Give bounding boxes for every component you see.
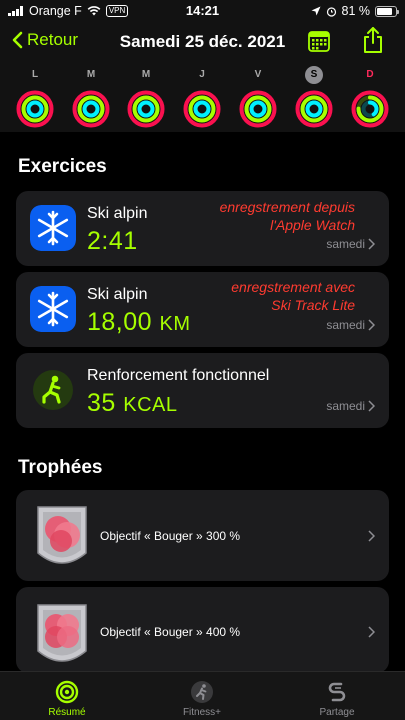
tab-partage[interactable]: Partage	[277, 672, 397, 718]
day-letter: D	[366, 69, 374, 80]
day-column[interactable]: M	[69, 64, 113, 128]
trophies-section-title: Trophées	[18, 457, 103, 478]
day-letter: M	[141, 69, 151, 80]
exercise-value-unit: KM	[159, 313, 191, 335]
day-column[interactable]: L	[13, 64, 57, 128]
chevron-right-icon	[368, 400, 375, 412]
exercise-value-number: 18,00	[87, 308, 153, 336]
runner-icon	[191, 681, 213, 703]
stand-ring	[193, 100, 211, 118]
exercise-card-strength[interactable]: Renforcement fonctionnel 35 KCAL samedi	[16, 353, 389, 428]
top-header-area: Orange F VPN 14:21 81 % Retour Samedi 25…	[0, 0, 405, 132]
tab-bar: Résumé Fitness+ Partage	[0, 671, 405, 720]
annotation-line-2: Ski Track Lite	[271, 297, 355, 313]
week-day-selector: LMMJVSD	[0, 64, 405, 130]
battery-level	[377, 7, 392, 15]
share-icon	[364, 27, 382, 53]
status-bar: Orange F VPN 14:21 81 %	[0, 0, 405, 22]
exercise-value: 2:41	[87, 227, 138, 255]
day-column[interactable]: M	[124, 64, 168, 128]
day-column[interactable]: S	[292, 64, 336, 128]
annotation-line-1: enregstrement depuis	[219, 199, 355, 215]
battery-percent: 81 %	[341, 4, 371, 18]
strength-training-icon	[33, 370, 73, 410]
annotation-ski-track: enregstrement avec Ski Track Lite	[231, 278, 355, 314]
day-column[interactable]: D	[348, 64, 392, 128]
annotation-line-1: enregstrement avec	[231, 279, 355, 295]
tab-resume[interactable]: Résumé	[7, 672, 127, 718]
stand-ring	[305, 100, 323, 118]
annotation-watch: enregstrement depuis l'Apple Watch	[220, 198, 355, 234]
exercise-name: Ski alpin	[87, 205, 148, 222]
trophy-card-300[interactable]: Objectif « Bouger » 300 %	[16, 490, 389, 581]
day-letter: M	[86, 69, 96, 80]
sharing-icon	[328, 682, 346, 702]
chevron-right-icon	[368, 319, 375, 331]
tab-label: Fitness+	[182, 707, 222, 718]
calendar-icon	[308, 31, 330, 52]
activity-rings-icon	[16, 90, 54, 128]
chevron-right-icon	[368, 530, 375, 542]
move-goal-300-badge	[37, 506, 87, 564]
activity-rings-icon	[295, 90, 333, 128]
share-button[interactable]	[362, 26, 384, 59]
annotation-line-2: l'Apple Watch	[270, 217, 355, 233]
exercise-date: samedi	[326, 318, 365, 332]
alarm-clock-icon	[326, 6, 336, 17]
exercise-date: samedi	[326, 399, 365, 413]
activity-rings-icon	[351, 90, 389, 128]
exercise-value: 35 KCAL	[87, 389, 178, 418]
tab-label: Résumé	[48, 707, 86, 718]
activity-rings-icon	[239, 90, 277, 128]
activity-rings-icon	[127, 90, 165, 128]
day-column[interactable]: J	[180, 64, 224, 128]
day-letter: S	[305, 66, 323, 84]
stand-ring	[137, 100, 155, 118]
day-letter: V	[254, 69, 262, 80]
exercise-name: Ski alpin	[87, 286, 148, 303]
day-letter: J	[199, 69, 205, 80]
trophy-label: Objectif « Bouger » 300 %	[100, 529, 241, 543]
navigation-bar: Retour Samedi 25 déc. 2021	[0, 24, 405, 60]
stand-ring	[82, 100, 100, 118]
exercise-card-ski-watch[interactable]: Ski alpin 2:41 enregstrement depuis l'Ap…	[16, 191, 389, 266]
chevron-right-icon	[368, 238, 375, 250]
snowflake-icon	[30, 286, 76, 332]
battery-icon	[375, 5, 399, 17]
activity-rings-icon	[55, 680, 79, 704]
snowflake-icon	[30, 205, 76, 251]
exercise-card-ski-track[interactable]: Ski alpin 18,00 KM enregstrement avec Sk…	[16, 272, 389, 347]
tab-label: Partage	[319, 707, 355, 718]
day-column[interactable]: V	[236, 64, 280, 128]
page-title: Samedi 25 déc. 2021	[119, 32, 286, 51]
tab-fitness-plus[interactable]: Fitness+	[142, 672, 262, 718]
status-right: 81 %	[311, 4, 399, 18]
exercise-value: 18,00 KM	[87, 308, 191, 337]
activity-rings-icon	[183, 90, 221, 128]
calendar-button[interactable]	[307, 29, 331, 58]
exercise-value-unit: KCAL	[123, 394, 178, 416]
move-goal-400-badge	[37, 604, 87, 662]
exercise-date: samedi	[326, 237, 365, 251]
activity-rings-icon	[72, 90, 110, 128]
location-arrow-icon	[311, 6, 320, 16]
stand-ring	[26, 100, 44, 118]
chevron-right-icon	[368, 626, 375, 638]
trophy-card-400[interactable]: Objectif « Bouger » 400 %	[16, 587, 389, 673]
exercise-value-number: 35	[87, 389, 116, 417]
exercise-name: Renforcement fonctionnel	[87, 367, 270, 384]
exercises-section-title: Exercices	[18, 156, 107, 177]
stand-ring	[249, 100, 267, 118]
trophy-label: Objectif « Bouger » 400 %	[100, 625, 241, 639]
day-letter: L	[31, 69, 39, 80]
